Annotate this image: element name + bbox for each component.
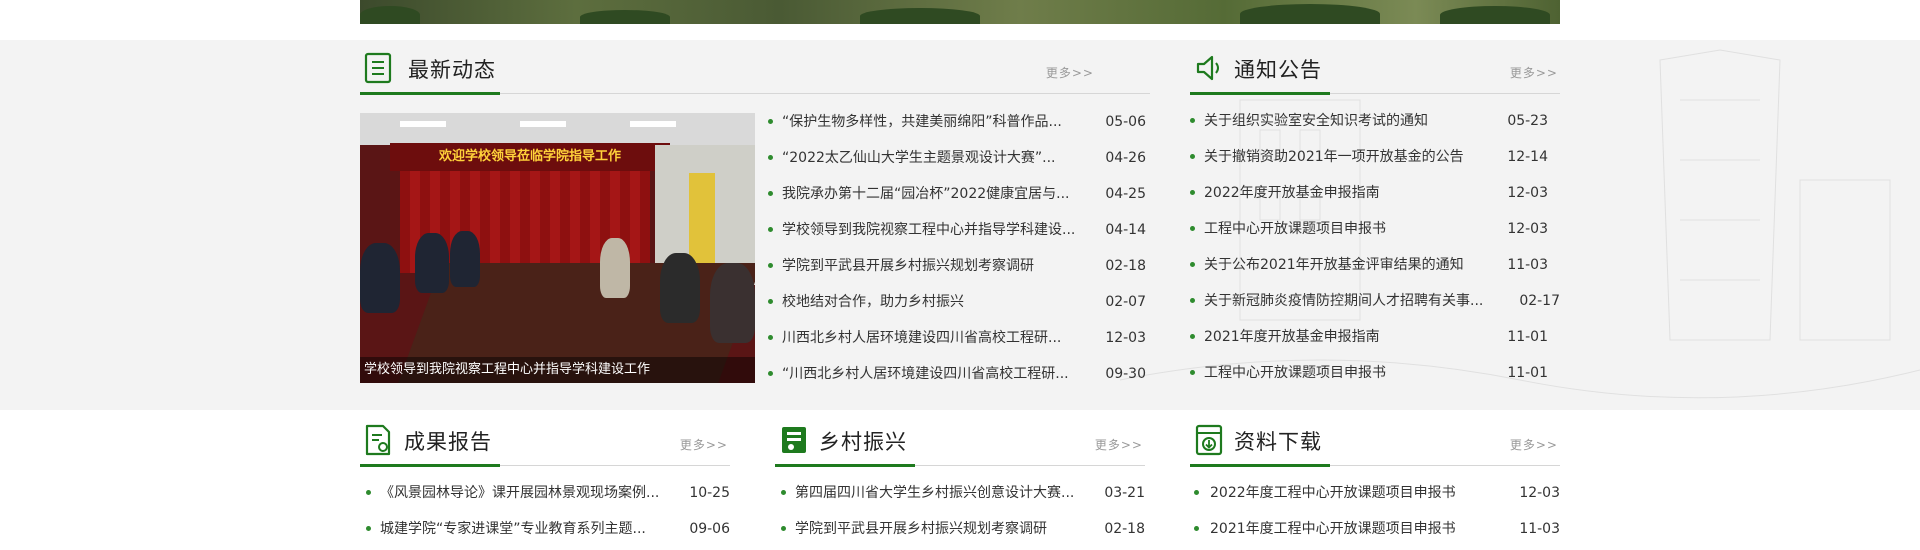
photo-light bbox=[630, 121, 676, 127]
bullet-dot bbox=[768, 119, 773, 124]
list-item[interactable]: 2021年度开放基金申报指南 11-01 bbox=[1190, 319, 1560, 355]
bullet-dot bbox=[366, 490, 371, 495]
results-header: 成果报告 更多>> bbox=[360, 412, 730, 467]
list-item[interactable]: “2022太乙仙山大学生主题景观设计大赛”... 04-26 bbox=[768, 140, 1146, 176]
list-item[interactable]: 2022年度工程中心开放课题项目申报书 12-03 bbox=[1190, 475, 1560, 511]
report-doc-icon bbox=[365, 424, 391, 456]
photo-person bbox=[710, 263, 755, 343]
title-underline bbox=[360, 464, 500, 467]
latest-news-title: 最新动态 bbox=[408, 58, 496, 82]
results-title: 成果报告 bbox=[404, 430, 492, 454]
bullet-dot bbox=[1194, 526, 1199, 531]
rural-header: 乡村振兴 更多>> bbox=[775, 412, 1145, 467]
list-item[interactable]: 《风景园林导论》课开展园林景观现场案例... 10-25 bbox=[360, 475, 730, 511]
top-banner-image bbox=[360, 0, 1560, 24]
downloads-section: 资料下载 更多>> 2022年度工程中心开放课题项目申报书 12-03 2021年… bbox=[1190, 412, 1560, 547]
downloads-list: 2022年度工程中心开放课题项目申报书 12-03 2021年度工程中心开放课题项… bbox=[1190, 475, 1560, 547]
list-item[interactable]: 关于公布2021年开放基金评审结果的通知 11-03 bbox=[1190, 247, 1560, 283]
bullet-dot bbox=[768, 263, 773, 268]
bullet-dot bbox=[1190, 118, 1195, 123]
photo-light bbox=[520, 121, 566, 127]
list-item[interactable]: 关于撤销资助2021年一项开放基金的公告 12-14 bbox=[1190, 139, 1560, 175]
list-item[interactable]: 学院到平武县开展乡村振兴规划考察调研 02-18 bbox=[768, 248, 1146, 284]
photo-person bbox=[415, 233, 449, 293]
village-book-icon bbox=[782, 427, 806, 453]
bullet-dot bbox=[781, 526, 786, 531]
downloads-more-link[interactable]: 更多>> bbox=[1510, 436, 1558, 453]
notice-more-link[interactable]: 更多>> bbox=[1510, 64, 1558, 81]
download-doc-icon bbox=[1195, 424, 1223, 456]
list-item[interactable]: 关于新冠肺炎疫情防控期间人才招聘有关事... 02-17 bbox=[1190, 283, 1560, 319]
bullet-dot bbox=[1190, 262, 1195, 267]
list-item[interactable]: 校地结对合作，助力乡村振兴 02-07 bbox=[768, 284, 1146, 320]
notice-section: 通知公告 更多>> 关于组织实验室安全知识考试的通知 05-23 关于撤销资助20… bbox=[1190, 40, 1560, 391]
banner-tree bbox=[360, 6, 420, 24]
list-item[interactable]: 城建学院“专家进课堂”专业教育系列主题... 09-06 bbox=[360, 511, 730, 547]
list-doc-icon bbox=[364, 52, 392, 84]
list-item[interactable]: 学院到平武县开展乡村振兴规划考察调研 02-18 bbox=[775, 511, 1145, 547]
bullet-dot bbox=[366, 526, 371, 531]
rural-section: 乡村振兴 更多>> 第四届四川省大学生乡村振兴创意设计大赛... 03-21 学院… bbox=[775, 412, 1145, 547]
bullet-dot bbox=[768, 191, 773, 196]
list-item[interactable]: 第四届四川省大学生乡村振兴创意设计大赛... 03-21 bbox=[775, 475, 1145, 511]
list-item[interactable]: 2022年度开放基金申报指南 12-03 bbox=[1190, 175, 1560, 211]
list-item[interactable]: 川西北乡村人居环境建设四川省高校工程研... 12-03 bbox=[768, 320, 1146, 356]
bullet-dot bbox=[1190, 154, 1195, 159]
rural-title: 乡村振兴 bbox=[819, 430, 907, 454]
photo-banner-text: 欢迎学校领导莅临学院指导工作 bbox=[390, 143, 670, 171]
photo-light bbox=[400, 121, 446, 127]
banner-tree bbox=[580, 10, 670, 24]
results-section: 成果报告 更多>> 《风景园林导论》课开展园林景观现场案例... 10-25 城建… bbox=[360, 412, 730, 547]
banner-tree bbox=[1440, 6, 1550, 24]
notice-list: 关于组织实验室安全知识考试的通知 05-23 关于撤销资助2021年一项开放基金的… bbox=[1190, 103, 1560, 391]
bullet-dot bbox=[768, 227, 773, 232]
bullet-dot bbox=[781, 490, 786, 495]
latest-news-list: “保护生物多样性，共建美丽绵阳”科普作品... 05-06 “2022太乙仙山大学… bbox=[768, 104, 1146, 392]
list-item[interactable]: “保护生物多样性，共建美丽绵阳”科普作品... 05-06 bbox=[768, 104, 1146, 140]
latest-news-section: 最新动态 更多>> bbox=[360, 40, 1150, 95]
bullet-dot bbox=[1190, 226, 1195, 231]
latest-news-more-link[interactable]: 更多>> bbox=[1046, 64, 1094, 81]
results-more-link[interactable]: 更多>> bbox=[680, 436, 728, 453]
rural-more-link[interactable]: 更多>> bbox=[1095, 436, 1143, 453]
bullet-dot bbox=[1190, 334, 1195, 339]
bullet-dot bbox=[768, 335, 773, 340]
banner-tree bbox=[860, 8, 980, 24]
photo-ceiling bbox=[360, 113, 755, 145]
list-item[interactable]: “川西北乡村人居环境建设四川省高校工程研... 09-30 bbox=[768, 356, 1146, 392]
photo-caption[interactable]: 学校领导到我院视察工程中心并指导学科建设工作 bbox=[360, 357, 755, 383]
bullet-dot bbox=[1190, 190, 1195, 195]
photo-person bbox=[450, 231, 480, 287]
latest-news-photo[interactable]: 欢迎学校领导莅临学院指导工作 学校领导到我院视察工程中心并指导学科建设工作 bbox=[360, 113, 755, 383]
bullet-dot bbox=[1190, 370, 1195, 375]
photo-person bbox=[360, 243, 400, 313]
downloads-header: 资料下载 更多>> bbox=[1190, 412, 1560, 467]
list-item[interactable]: 学校领导到我院视察工程中心并指导学科建设... 04-14 bbox=[768, 212, 1146, 248]
bullet-dot bbox=[768, 371, 773, 376]
list-item[interactable]: 2021年度工程中心开放课题项目申报书 11-03 bbox=[1190, 511, 1560, 547]
list-item[interactable]: 工程中心开放课题项目申报书 12-03 bbox=[1190, 211, 1560, 247]
photo-person bbox=[600, 238, 630, 298]
results-list: 《风景园林导论》课开展园林景观现场案例... 10-25 城建学院“专家进课堂”专… bbox=[360, 475, 730, 547]
latest-news-header: 最新动态 更多>> bbox=[360, 40, 1150, 95]
bullet-dot bbox=[768, 299, 773, 304]
title-underline bbox=[1190, 92, 1330, 95]
photo-person bbox=[660, 253, 700, 323]
bullet-dot bbox=[1190, 298, 1195, 303]
speaker-icon bbox=[1196, 55, 1219, 81]
list-item[interactable]: 关于组织实验室安全知识考试的通知 05-23 bbox=[1190, 103, 1560, 139]
bullet-dot bbox=[768, 155, 773, 160]
rural-list: 第四届四川省大学生乡村振兴创意设计大赛... 03-21 学院到平武县开展乡村振兴… bbox=[775, 475, 1145, 547]
list-item[interactable]: 工程中心开放课题项目申报书 11-01 bbox=[1190, 355, 1560, 391]
title-underline bbox=[1190, 464, 1330, 467]
downloads-title: 资料下载 bbox=[1234, 430, 1322, 454]
bullet-dot bbox=[1194, 490, 1199, 495]
banner-tree bbox=[1240, 4, 1380, 24]
title-underline bbox=[775, 464, 915, 467]
notice-header: 通知公告 更多>> bbox=[1190, 40, 1560, 95]
notice-title: 通知公告 bbox=[1234, 58, 1322, 82]
title-underline bbox=[360, 92, 500, 95]
list-item[interactable]: 我院承办第十二届“园冶杯”2022健康宜居与... 04-25 bbox=[768, 176, 1146, 212]
